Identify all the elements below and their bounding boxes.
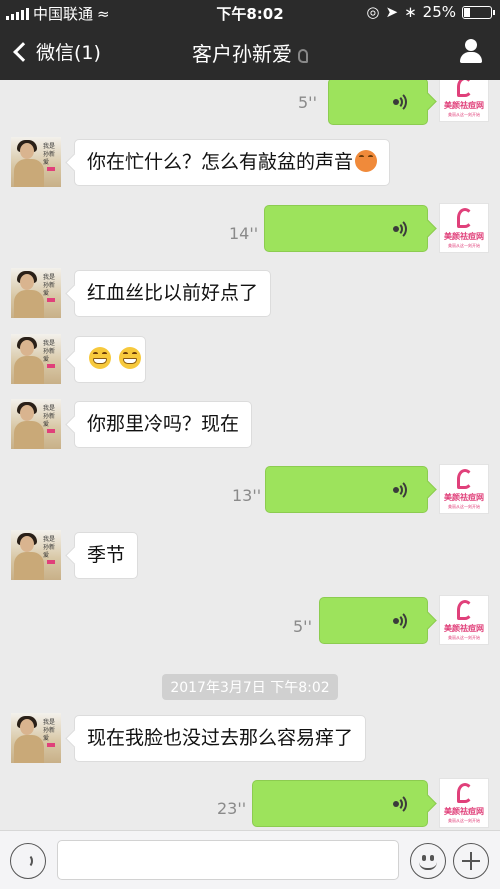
- text-message-bubble[interactable]: 红血丝比以前好点了: [74, 270, 272, 317]
- voice-wave-icon: [393, 479, 413, 501]
- voice-input-button[interactable]: [10, 843, 46, 879]
- contact-avatar[interactable]: 我是孙新爱: [11, 137, 61, 187]
- avatar-caption: 我是孙新爱: [43, 143, 56, 166]
- blush-emoji-icon: [355, 149, 378, 172]
- brand-logo-icon: [457, 469, 473, 489]
- avatar-brand-text: 美颜祛痘网: [444, 807, 484, 816]
- message-text: 红血丝比以前好点了: [87, 282, 259, 304]
- input-bar: [0, 830, 500, 889]
- rotation-lock-icon: ◎: [366, 3, 380, 21]
- avatar-brand-text: 美颜祛痘网: [444, 101, 484, 110]
- avatar-caption: 我是孙新爱: [43, 340, 56, 363]
- my-avatar[interactable]: 美颜祛痘网 美丽从这一刻开始: [439, 595, 489, 645]
- avatar-brand-text: 美颜祛痘网: [444, 493, 484, 502]
- avatar-slogan-text: 美丽从这一刻开始: [448, 818, 480, 823]
- message-text: 现在我脸也没过去那么容易痒了: [87, 727, 354, 749]
- avatar-brand-text: 美颜祛痘网: [444, 624, 484, 633]
- avatar-slogan-text: 美丽从这一刻开始: [448, 243, 480, 248]
- avatar-caption: 我是孙新爱: [43, 405, 56, 428]
- text-message-bubble[interactable]: 季节: [74, 532, 139, 579]
- contact-avatar[interactable]: 我是孙新爱: [11, 399, 61, 449]
- battery-icon: [462, 5, 495, 19]
- timestamp-label: 2017年3月7日 下午8:02: [162, 674, 338, 700]
- voice-wave-icon: [393, 218, 413, 240]
- voice-duration: 5'': [298, 93, 317, 112]
- voice-wave-icon: [393, 610, 413, 632]
- chat-title-text: 客户孙新爱: [192, 42, 292, 66]
- grin-emoji-icon: [119, 346, 142, 369]
- voice-message-bubble[interactable]: [252, 780, 428, 827]
- avatar-slogan-text: 美丽从这一刻开始: [448, 504, 480, 509]
- brand-logo-icon: [457, 783, 473, 803]
- contact-avatar[interactable]: 我是孙新爱: [11, 268, 61, 318]
- avatar-caption: 我是孙新爱: [43, 719, 56, 742]
- contact-info-icon[interactable]: [458, 39, 484, 65]
- avatar-slogan-text: 美丽从这一刻开始: [448, 112, 480, 117]
- text-message-bubble[interactable]: 你在忙什么？怎么有敲盆的声音: [74, 139, 391, 186]
- bluetooth-icon: ∗: [404, 3, 417, 21]
- message-text: 季节: [87, 544, 126, 566]
- voice-duration: 13'': [232, 486, 262, 505]
- voice-duration: 5'': [293, 617, 312, 636]
- avatar-brand-text: 美颜祛痘网: [444, 232, 484, 241]
- voice-duration: 14'': [229, 224, 259, 243]
- grin-emoji-icon: [89, 346, 111, 369]
- more-options-button[interactable]: [453, 843, 489, 879]
- voice-message-bubble[interactable]: [328, 80, 428, 125]
- timestamp-divider: 2017年3月7日 下午8:02: [0, 674, 500, 700]
- voice-icon: [21, 854, 33, 868]
- nav-bar: 微信(1) 客户孙新爱: [0, 24, 500, 80]
- emoji-button[interactable]: [410, 843, 446, 879]
- avatar-caption: 我是孙新爱: [43, 536, 56, 559]
- brand-logo-icon: [457, 600, 473, 620]
- voice-duration: 23'': [217, 799, 247, 818]
- contact-avatar[interactable]: 我是孙新爱: [11, 530, 61, 580]
- emoji-message-bubble[interactable]: [74, 336, 146, 383]
- location-icon: ➤: [385, 3, 399, 21]
- my-avatar[interactable]: 美颜祛痘网 美丽从这一刻开始: [439, 203, 489, 253]
- brand-logo-icon: [457, 208, 473, 228]
- chat-area[interactable]: 5'' 美颜祛痘网 美丽从这一刻开始 我是孙新爱 你在忙什么？怎么有敲盆的声音 …: [0, 80, 500, 830]
- my-avatar[interactable]: 美颜祛痘网 美丽从这一刻开始: [439, 80, 489, 122]
- status-bar: 中国联通 ≈ 下午8:02 ◎ ➤ ∗ 25%: [0, 0, 500, 24]
- chat-title: 客户孙新爱: [0, 38, 500, 67]
- my-avatar[interactable]: 美颜祛痘网 美丽从这一刻开始: [439, 778, 489, 828]
- status-right: ◎ ➤ ∗ 25%: [366, 3, 495, 21]
- message-input[interactable]: [57, 840, 399, 880]
- voice-message-bubble[interactable]: [264, 205, 428, 252]
- ear-icon: [298, 48, 308, 63]
- contact-avatar[interactable]: 我是孙新爱: [11, 713, 61, 763]
- text-message-bubble[interactable]: 现在我脸也没过去那么容易痒了: [74, 715, 367, 762]
- contact-avatar[interactable]: 我是孙新爱: [11, 334, 61, 384]
- my-avatar[interactable]: 美颜祛痘网 美丽从这一刻开始: [439, 464, 489, 514]
- voice-message-bubble[interactable]: [265, 466, 428, 513]
- avatar-slogan-text: 美丽从这一刻开始: [448, 635, 480, 640]
- text-message-bubble[interactable]: 你那里冷吗？现在: [74, 401, 253, 448]
- avatar-caption: 我是孙新爱: [43, 274, 56, 297]
- brand-logo-icon: [457, 80, 473, 97]
- battery-percent: 25%: [422, 3, 456, 21]
- voice-wave-icon: [393, 793, 413, 815]
- voice-wave-icon: [393, 91, 413, 113]
- message-text: 你那里冷吗？现在: [87, 413, 240, 435]
- battery-fill: [464, 7, 470, 17]
- message-text: 你在忙什么？怎么有敲盆的声音: [87, 151, 354, 173]
- voice-message-bubble[interactable]: [319, 597, 428, 644]
